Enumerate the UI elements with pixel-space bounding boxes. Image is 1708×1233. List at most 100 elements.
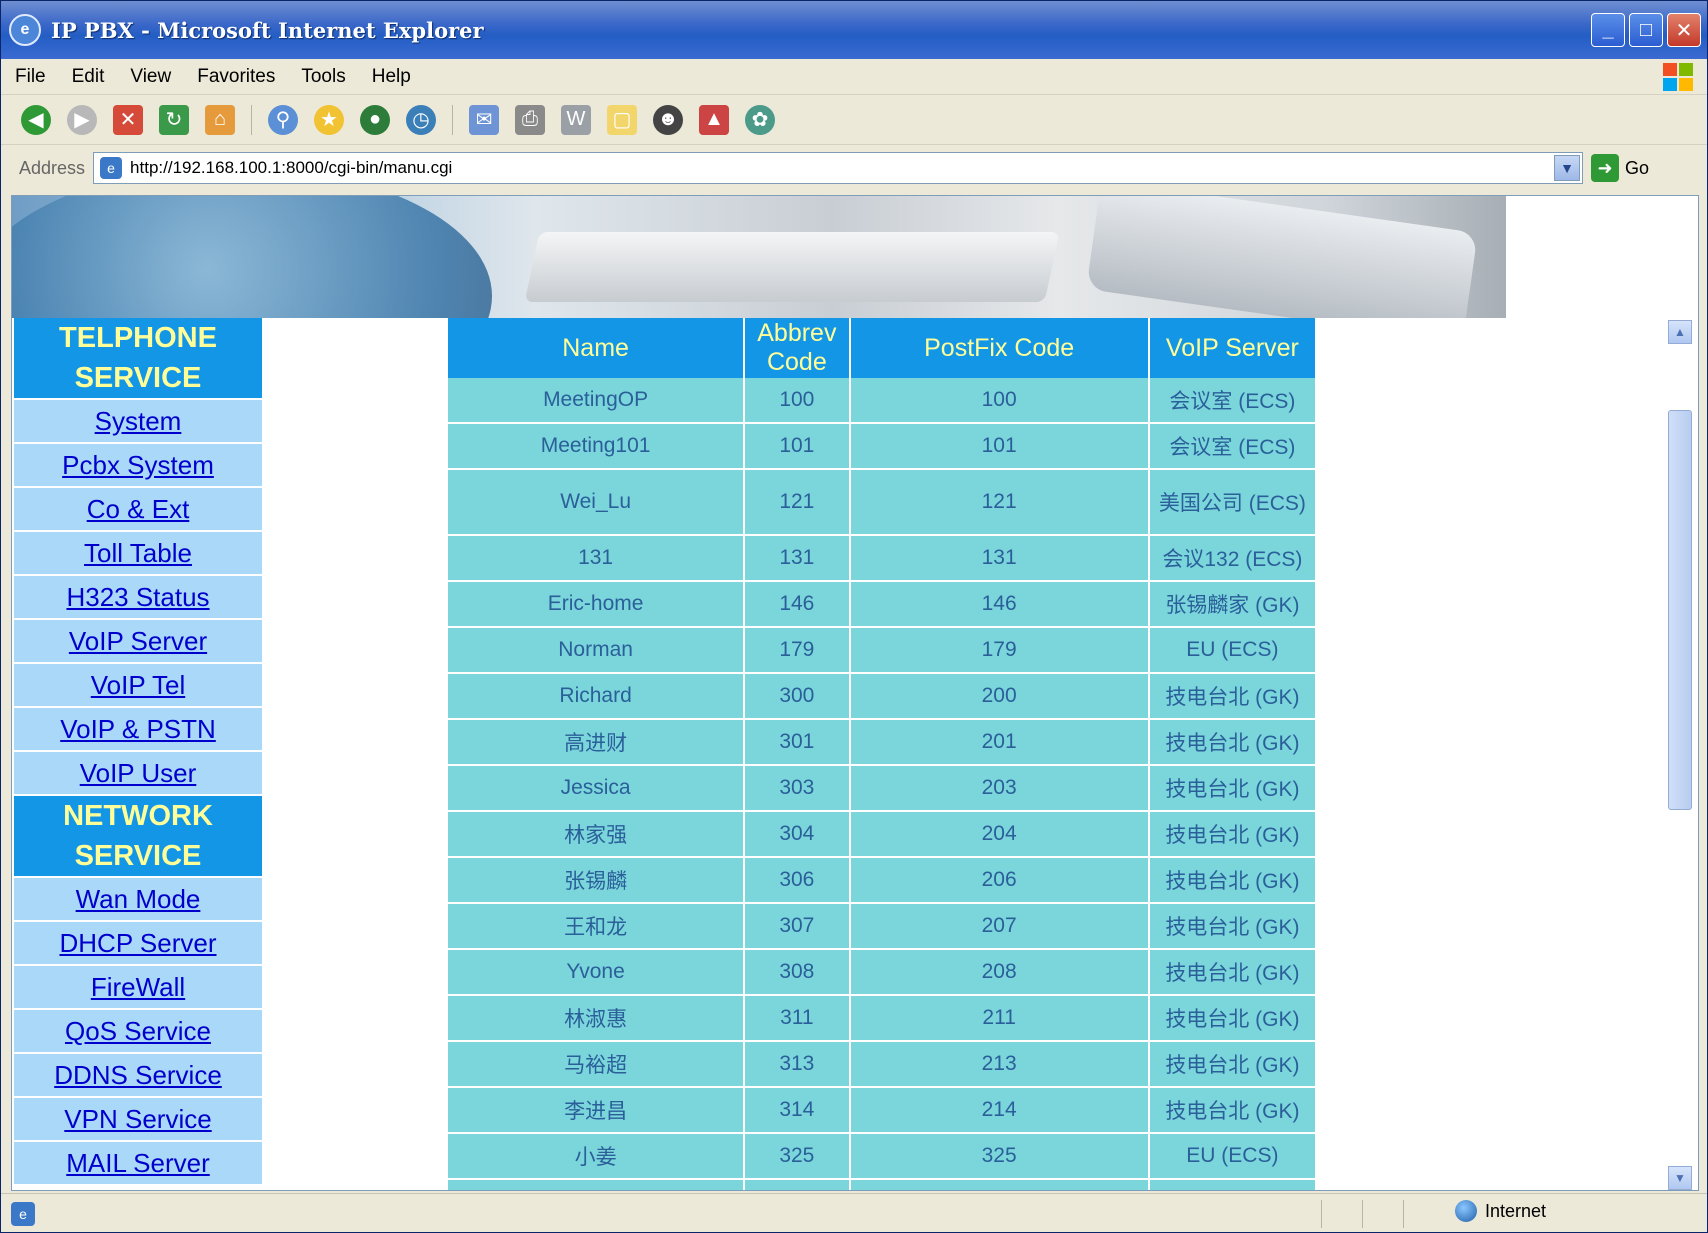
search-icon[interactable]: ⚲	[268, 104, 298, 135]
banner-globe	[12, 196, 492, 318]
table-row: 林家强 304 204 技电台北 (GK)	[448, 811, 1318, 858]
nav-voip-server[interactable]: VoIP Server	[14, 620, 262, 664]
cell-abbrev-code: 131	[744, 535, 851, 582]
nav-pcbx-system[interactable]: Pcbx System	[14, 444, 262, 488]
table-row: Jessica 303 203 技电台北 (GK)	[448, 765, 1318, 812]
cell-postfix-code: 131	[849, 535, 1150, 582]
nav-vpn-service[interactable]: VPN Service	[14, 1098, 262, 1142]
cell-postfix-code: 121	[849, 469, 1150, 536]
nav-co-ext[interactable]: Co & Ext	[14, 488, 262, 532]
back-icon[interactable]: ◀	[21, 104, 51, 135]
status-dividers	[1321, 1200, 1404, 1228]
cell-postfix-code: 101	[849, 423, 1150, 470]
history-icon[interactable]: ◷	[406, 104, 436, 135]
cell-voip-server: 会议室 (ECS)	[1148, 378, 1318, 424]
maximize-button[interactable]: □	[1629, 13, 1663, 47]
menu-help[interactable]: Help	[372, 66, 411, 88]
page-content: TELPHONE SERVICE System Pcbx System Co &…	[11, 195, 1699, 1191]
cell-name: Wei_Lu	[448, 469, 746, 536]
banner-device	[524, 232, 1060, 302]
nav-voip-pstn[interactable]: VoIP & PSTN	[14, 708, 262, 752]
table-row: 张锡麟 306 206 技电台北 (GK)	[448, 857, 1318, 904]
print-icon[interactable]: ⎙	[515, 104, 545, 135]
cell-postfix-code: 211	[849, 995, 1150, 1042]
nav-firewall[interactable]: FireWall	[14, 966, 262, 1010]
discuss-icon[interactable]: ▢	[607, 104, 637, 135]
nav-system[interactable]: System	[14, 400, 262, 444]
nav-voip-tel[interactable]: VoIP Tel	[14, 664, 262, 708]
research-icon[interactable]: ▲	[699, 104, 729, 135]
nav-voip-user[interactable]: VoIP User	[14, 752, 262, 796]
scroll-down-icon[interactable]: ▼	[1668, 1166, 1692, 1190]
home-icon[interactable]: ⌂	[205, 104, 235, 135]
menu-file[interactable]: File	[15, 66, 46, 88]
cell-voip-server: 技电台北 (GK)	[1148, 1087, 1318, 1134]
vertical-scrollbar[interactable]: ▲ ▼	[1668, 320, 1692, 1190]
mail-icon[interactable]: ✉	[469, 104, 499, 135]
cell-abbrev-code: 121	[744, 469, 851, 536]
scroll-thumb[interactable]	[1668, 410, 1692, 810]
cell-voip-server: 技电台北 (GK)	[1148, 949, 1318, 996]
menu-view[interactable]: View	[130, 66, 171, 88]
cell-abbrev-code: 314	[744, 1087, 851, 1134]
nav-mail-server[interactable]: MAIL Server	[14, 1142, 262, 1186]
menu-favorites[interactable]: Favorites	[197, 66, 275, 88]
table-row: Wei_Lu 121 121 美国公司 (ECS)	[448, 469, 1318, 536]
table-row: Meeting101 101 101 会议室 (ECS)	[448, 423, 1318, 470]
cell-abbrev-code: 308	[744, 949, 851, 996]
forward-icon[interactable]: ▶	[67, 104, 97, 135]
cell-name: Meeting101	[448, 423, 746, 470]
cell-voip-server: EU (ECS)	[1148, 1133, 1318, 1180]
cell-abbrev-code: 307	[744, 903, 851, 950]
stop-icon[interactable]: ✕	[113, 104, 143, 135]
close-button[interactable]: ✕	[1667, 13, 1701, 47]
media-icon[interactable]: ●	[360, 104, 390, 135]
cell-voip-server: 技电台北 (GK)	[1148, 857, 1318, 904]
menu-edit[interactable]: Edit	[72, 66, 105, 88]
messenger-icon[interactable]: ☻	[653, 104, 683, 135]
scroll-up-icon[interactable]: ▲	[1668, 320, 1692, 344]
cell-voip-server: 技电台北 (GK)	[1148, 811, 1318, 858]
cell-name: 小姜	[448, 1133, 746, 1180]
table-row: Richard 300 200 技电台北 (GK)	[448, 673, 1318, 720]
nav-dhcp-server[interactable]: DHCP Server	[14, 922, 262, 966]
nav-ddns-service[interactable]: DDNS Service	[14, 1054, 262, 1098]
go-button[interactable]: ➜ Go	[1591, 154, 1649, 182]
nav-qos-service[interactable]: QoS Service	[14, 1010, 262, 1054]
table-row: Norman 179 179 EU (ECS)	[448, 627, 1318, 674]
table-body: MeetingOP 100 100 会议室 (ECS) Meeting101 101 101…	[448, 378, 1318, 1190]
nav-toll-table[interactable]: Toll Table	[14, 532, 262, 576]
address-input[interactable]: e http://192.168.100.1:8000/cgi-bin/manu…	[93, 152, 1584, 184]
table-row: 小姜 325 325 EU (ECS)	[448, 1133, 1318, 1180]
cell-name: ETTW	[448, 1179, 746, 1190]
address-dropdown-icon[interactable]: ▼	[1554, 155, 1581, 181]
table-row: 王和龙 307 207 技电台北 (GK)	[448, 903, 1318, 950]
favorites-icon[interactable]: ★	[314, 104, 344, 135]
menu-tools[interactable]: Tools	[301, 66, 345, 88]
page-icon: e	[100, 157, 123, 179]
cell-name: Jessica	[448, 765, 746, 812]
header-name: Name	[448, 318, 746, 378]
voip-user-table: Name Abbrev Code PostFix Code VoIP Serve…	[448, 318, 1318, 1190]
cell-name: 张锡麟	[448, 857, 746, 904]
table-row: 马裕超 313 213 技电台北 (GK)	[448, 1041, 1318, 1088]
cell-abbrev-code: 400	[744, 1179, 851, 1190]
banner-phone	[1086, 196, 1478, 318]
cell-abbrev-code: 304	[744, 811, 851, 858]
nav-h323-status[interactable]: H323 Status	[14, 576, 262, 620]
cell-postfix-code: 204	[849, 811, 1150, 858]
cell-abbrev-code: 313	[744, 1041, 851, 1088]
cell-abbrev-code: 306	[744, 857, 851, 904]
nav-wan-mode[interactable]: Wan Mode	[14, 878, 262, 922]
edit-icon[interactable]: W	[561, 104, 591, 135]
table-row: 李进昌 314 214 技电台北 (GK)	[448, 1087, 1318, 1134]
table-row: Eric-home 146 146 张锡麟家 (GK)	[448, 581, 1318, 628]
address-url: http://192.168.100.1:8000/cgi-bin/manu.c…	[130, 158, 453, 177]
refresh-icon[interactable]: ↻	[159, 104, 189, 135]
voip-user-table-container: Name Abbrev Code PostFix Code VoIP Serve…	[448, 318, 1318, 1190]
cell-voip-server: 会议132 (ECS)	[1148, 535, 1318, 582]
extra-icon[interactable]: ✿	[745, 104, 775, 135]
toolbar: ◀ ▶ ✕ ↻ ⌂ ⚲ ★ ● ◷ ✉ ⎙ W ▢ ☻ ▲ ✿	[1, 95, 1707, 145]
minimize-button[interactable]: _	[1591, 13, 1625, 47]
cell-voip-server: 技电台北 (GK)	[1148, 1041, 1318, 1088]
